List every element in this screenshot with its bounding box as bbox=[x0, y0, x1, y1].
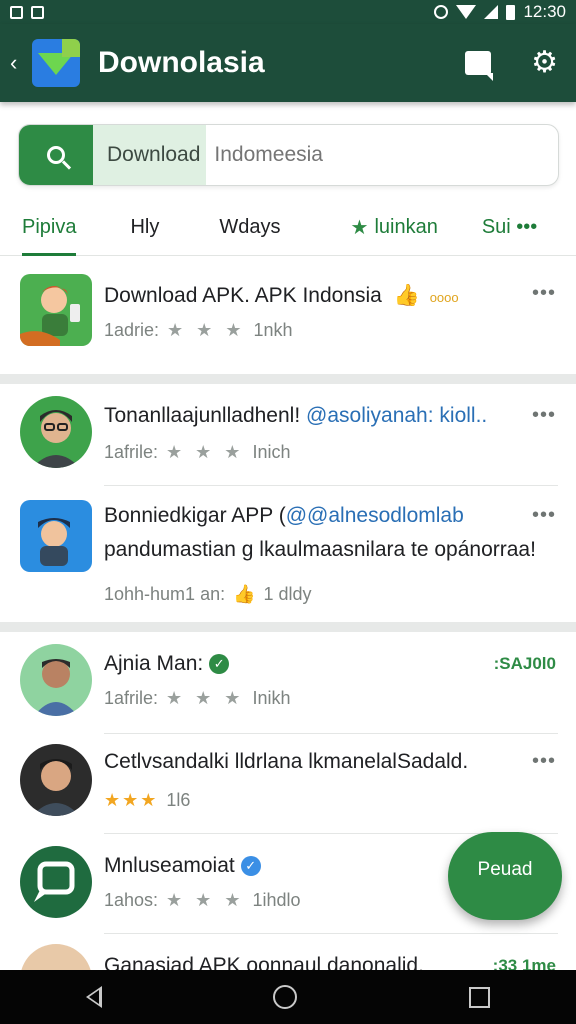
more-options-icon[interactable]: ••• bbox=[532, 750, 556, 773]
rating-stars: ★ ★ ★ bbox=[166, 688, 245, 708]
fab-button[interactable]: Peuad bbox=[448, 832, 562, 920]
tab-luinkan-label: luinkan bbox=[374, 216, 438, 238]
meta-date: 1ohh-hum1 an: bbox=[104, 584, 226, 604]
rating-stars: ★ ★ ★ bbox=[166, 890, 245, 910]
nav-home-icon[interactable] bbox=[273, 985, 298, 1009]
tab-more[interactable]: Sui ••• bbox=[482, 200, 537, 256]
meta-count: 1ihdlo bbox=[252, 890, 301, 910]
chat-icon[interactable] bbox=[465, 51, 494, 81]
item-meta: ★★★ 1l6 bbox=[104, 790, 190, 811]
item-title-text: Download APK. APK Indonsia bbox=[104, 284, 382, 307]
item-meta: 1ahos: ★ ★ ★ 1ihdlo bbox=[104, 890, 301, 911]
app-title: Downolasia bbox=[98, 46, 265, 79]
meta-date: 1adrie: bbox=[104, 320, 160, 340]
list-item[interactable]: Tonanllaajunlladhenl! @asoliyanah: kioll… bbox=[0, 384, 576, 484]
price-label: :SAJ0l0 bbox=[493, 654, 556, 673]
app-icon bbox=[20, 274, 92, 346]
thumbs-up-icon: 👍 bbox=[393, 284, 420, 307]
list-item[interactable]: Bonniedkigar APP (@@alnesodlomlab pandum… bbox=[0, 486, 576, 622]
search-chip[interactable]: Download bbox=[93, 125, 207, 185]
item-title: Tonanllaajunlladhenl! @asoliyanah: kioll… bbox=[104, 404, 487, 428]
more-options-icon[interactable]: ••• bbox=[532, 504, 556, 527]
meta-date: 1afrile: bbox=[104, 688, 159, 708]
list-item[interactable]: Cetlvsandalki lldrlana lkmanelalSadald. … bbox=[0, 734, 576, 834]
item-title: Ganasiad APK oonnaul danonalid. bbox=[104, 954, 424, 970]
app-icon bbox=[20, 846, 92, 918]
user-avatar bbox=[20, 396, 92, 468]
item-handle[interactable]: @asoliyanah: kioll.. bbox=[306, 404, 487, 427]
item-title-text: Tonanllaajunlladhenl! bbox=[104, 404, 301, 427]
list-item[interactable]: Download APK. APK Indonsia 👍 oooo 1adrie… bbox=[0, 256, 576, 374]
rating-stars: ★★★ bbox=[104, 790, 159, 810]
app-bar: ‹ Downolasia ⚙ bbox=[0, 24, 576, 102]
tab-bar: Pipiva Hly Wdays ★ luinkan Sui ••• bbox=[0, 200, 576, 256]
user-avatar bbox=[20, 644, 92, 716]
item-meta: 1afrile: ★ ★ ★ Inikh bbox=[104, 688, 290, 709]
item-title-text: Bonniedkigar APP ( bbox=[104, 504, 286, 527]
battery-icon bbox=[506, 4, 516, 20]
meta-count: 1nkh bbox=[253, 320, 293, 340]
search-input[interactable] bbox=[206, 125, 558, 185]
tab-wdays[interactable]: Wdays bbox=[219, 200, 280, 256]
item-title: Cetlvsandalki lldrlana lkmanelalSadald. bbox=[104, 750, 469, 773]
section-divider bbox=[0, 374, 576, 384]
app-icon bbox=[20, 500, 92, 572]
status-bar: 12:30 bbox=[0, 0, 576, 24]
tab-luinkan[interactable]: ★ luinkan bbox=[351, 200, 438, 256]
item-title: Ajnia Man: ✓ bbox=[104, 652, 230, 676]
image-notification-icon bbox=[31, 5, 44, 19]
item-title-text: Mnluseamoiat bbox=[104, 854, 235, 877]
item-title: Bonniedkigar APP (@@alnesodlomlab bbox=[104, 504, 464, 528]
rating-stars: ★ ★ ★ bbox=[166, 442, 245, 462]
item-meta: 1adrie: ★ ★ ★ 1nkh bbox=[104, 320, 293, 341]
verified-icon: ✓ bbox=[209, 654, 230, 675]
user-avatar bbox=[20, 744, 92, 816]
star-icon: ★ bbox=[350, 217, 369, 239]
thumbs-up-icon: 👍 bbox=[233, 584, 256, 604]
status-time: 12:30 bbox=[523, 2, 566, 21]
price-label: :33 1me bbox=[492, 956, 556, 970]
meta-count: 1 dldy bbox=[263, 584, 312, 604]
item-badge: oooo bbox=[429, 290, 459, 305]
search-icon bbox=[47, 146, 65, 164]
item-description: pandumastian g lkaulmaasnilara te opánor… bbox=[104, 538, 536, 561]
rating-stars: ★ ★ ★ bbox=[167, 320, 246, 340]
search-button[interactable] bbox=[19, 125, 93, 185]
nav-back-icon[interactable] bbox=[85, 986, 102, 1008]
user-avatar bbox=[20, 944, 92, 970]
item-title: Mnluseamoiat ✓ bbox=[104, 854, 261, 878]
item-meta: 1afrile: ★ ★ ★ Inich bbox=[104, 442, 290, 463]
meta-date: 1ahos: bbox=[104, 890, 159, 910]
notification-icon bbox=[10, 5, 23, 19]
list-item[interactable]: Ajnia Man: ✓ 1afrile: ★ ★ ★ Inikh :SAJ0l0 bbox=[0, 632, 576, 732]
tab-hly[interactable]: Hly bbox=[130, 200, 159, 256]
meta-count: Inich bbox=[252, 442, 291, 462]
list-item[interactable]: Ganasiad APK oonnaul danonalid. :33 1me bbox=[0, 934, 576, 970]
signal-icon bbox=[484, 5, 499, 19]
section-divider bbox=[0, 622, 576, 632]
back-chevron-icon[interactable]: ‹ bbox=[10, 50, 32, 76]
search-bar: Download bbox=[18, 124, 559, 186]
verified-icon: ✓ bbox=[240, 856, 261, 877]
meta-count: 1l6 bbox=[166, 790, 191, 810]
item-title: Download APK. APK Indonsia 👍 oooo bbox=[104, 284, 459, 308]
alarm-icon bbox=[434, 5, 449, 19]
gear-icon[interactable]: ⚙ bbox=[531, 48, 558, 78]
item-handle[interactable]: @@alnesodlomlab bbox=[286, 504, 464, 527]
meta-date: 1afrile: bbox=[104, 442, 159, 462]
system-nav-bar bbox=[0, 970, 576, 1024]
nav-recents-icon[interactable] bbox=[469, 986, 491, 1008]
tab-pipiva[interactable]: Pipiva bbox=[22, 200, 77, 256]
more-options-icon[interactable]: ••• bbox=[532, 282, 556, 305]
item-title-text: Ajnia Man: bbox=[104, 652, 204, 675]
app-logo-icon bbox=[32, 39, 80, 87]
meta-count: Inikh bbox=[252, 688, 291, 708]
wifi-icon bbox=[456, 5, 477, 19]
more-options-icon[interactable]: ••• bbox=[532, 404, 556, 427]
item-meta: 1ohh-hum1 an: 👍 1 dldy bbox=[104, 584, 312, 605]
